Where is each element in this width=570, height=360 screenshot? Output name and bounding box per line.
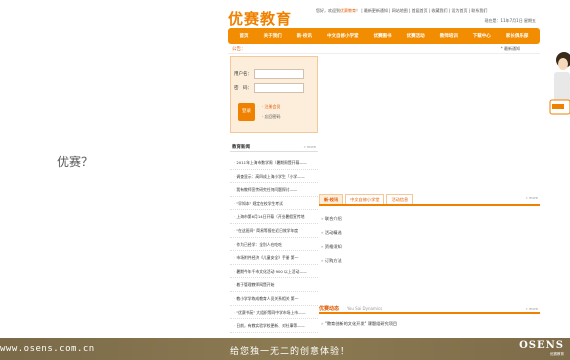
dynamics-title: 优赛动态 [319,306,340,312]
news-item[interactable]: "早知本" 规定在校学生考试 [230,197,318,211]
footer-brand-sub: 优赛教育 [550,352,564,356]
tab-list-item[interactable]: 联合介绍 [321,212,342,226]
dynamics-item[interactable]: "教育创新的文化开发" 课题组研究项目 [321,321,397,327]
tab-content-list: 联合介绍 活动精选 资格须知 订购方法 [321,212,342,268]
username-row: 用户名： [234,69,304,79]
tab-news[interactable]: 新·校讯 [319,194,344,204]
nav-item-downloads[interactable]: 下载中心 [473,33,491,39]
main-nav: 首页 关于我们 新·校讯 中文自修小学堂 优赛图书 优赛活动 教师培训 下载中心… [228,28,540,44]
tab-activity-info[interactable]: 活动信息 [386,194,414,204]
announcement-label: 公告： [232,47,246,52]
nav-item-activities[interactable]: 优赛活动 [407,33,425,39]
news-item[interactable]: "在这班间" 简易等报在近日效学年度 [230,224,318,238]
nav-item-chinese-school[interactable]: 中文自修小学堂 [327,33,359,39]
tab-chinese-school[interactable]: 中文自修小学堂 [345,194,385,204]
tabs-more-link[interactable]: » more [526,196,538,200]
divider [228,53,540,54]
tab-list-item[interactable]: 资格须知 [321,240,342,254]
nav-item-teacher-training[interactable]: 教师培训 [440,33,458,39]
news-item[interactable]: 着于管理教师网暨开始 [230,278,318,292]
footer-slogan: 给您独一无二的创意体验！ [230,347,351,357]
site-logo[interactable]: 优赛教育 [228,8,292,29]
news-item[interactable]: 上海市第6月14日开幕（开业暑假宣传地 [230,210,318,224]
current-date: 现在是：11年7月1日 星期五 [484,18,536,23]
nav-item-parents-club[interactable]: 家长俱乐部 [506,33,529,39]
news-list: 2011年上海市数学周（暑期周暨开幕—— 调查显示：高四成上海小学生「小学—— … [230,156,318,333]
footer-banner: www.osens.com.cn 给您独一无二的创意体验！ OSENS 优赛教育 [0,338,570,360]
news-item[interactable]: "优赛书苑" 大组织等同中学市场上市—— [230,306,318,320]
nav-item-about[interactable]: 关于我们 [264,33,282,39]
news-item[interactable]: 作为已经学：全别人在吃吃 [230,238,318,252]
news-more-link[interactable]: » more [304,145,316,149]
news-item[interactable]: 暑期今年千市文化活动 900 以上活动—— [230,265,318,279]
username-input[interactable] [254,69,304,79]
dynamics-header: 优赛动态 You Sai Dynamics » more [319,304,540,314]
announcement-latest[interactable]: * 最新通知 [501,46,520,52]
nav-item-news[interactable]: 新·校讯 [297,33,312,39]
nav-item-home[interactable]: 首页 [240,33,249,39]
password-row: 密 码： [234,83,304,93]
footer-url[interactable]: www.osens.com.cn [0,344,95,354]
login-button[interactable]: 登录 [238,103,255,121]
news-title: 教育新闻 [232,145,250,150]
site-page: 优赛教育 您好，欢迎到优赛教育！ | 最新更新通知 | 网站地图 | 首届首页 … [228,0,540,338]
forgot-password-link[interactable]: · 忘回密码 [262,112,281,122]
welcome-highlight[interactable]: 优赛教育 [340,8,356,13]
mascot-illustration [549,52,570,115]
news-item[interactable]: 教小学学练成教育人员关系相关 第一 [230,292,318,306]
username-label: 用户名： [234,72,252,77]
tab-list-item[interactable]: 订购方法 [321,254,342,268]
news-header: 教育新闻 » more [230,142,318,152]
intro-question: 优赛？ [57,155,94,169]
news-item[interactable]: 市场附件经济《儿童安全》手册 第一 [230,251,318,265]
content-tabs: 新·校讯 中文自修小学堂 活动信息 » more [319,194,540,206]
news-item[interactable]: 2011年上海市数学周（暑期周暨开幕—— [230,156,318,170]
dynamics-more-link[interactable]: » more [526,307,538,311]
password-input[interactable] [254,83,304,93]
password-label: 密 码： [234,86,252,91]
dynamics-subtitle: You Sai Dynamics [347,306,383,311]
login-links: · 注册会员 · 忘回密码 [262,102,281,122]
top-links: 您好，欢迎到优赛教育！ | 最新更新通知 | 网站地图 | 首届首页 | 收藏我… [316,8,487,14]
register-link[interactable]: · 注册会员 [262,102,281,112]
news-item[interactable]: 日前，有教实验学校更新、对社事等—— [230,319,318,333]
top-links-rest[interactable]: ！ | 最新更新通知 | 网站地图 | 首届首页 | 收藏我们 | 设为首页 |… [356,8,487,13]
news-item[interactable]: 我有教师宣传研究任何问题探讨—— [230,183,318,197]
nav-item-books[interactable]: 优赛图书 [374,33,392,39]
tab-list-item[interactable]: 活动精选 [321,226,342,240]
news-item[interactable]: 调查显示：高四成上海小学生「小学—— [230,170,318,184]
welcome-prefix: 您好，欢迎到 [316,8,340,13]
footer-brand-logo: OSENS [519,340,564,351]
